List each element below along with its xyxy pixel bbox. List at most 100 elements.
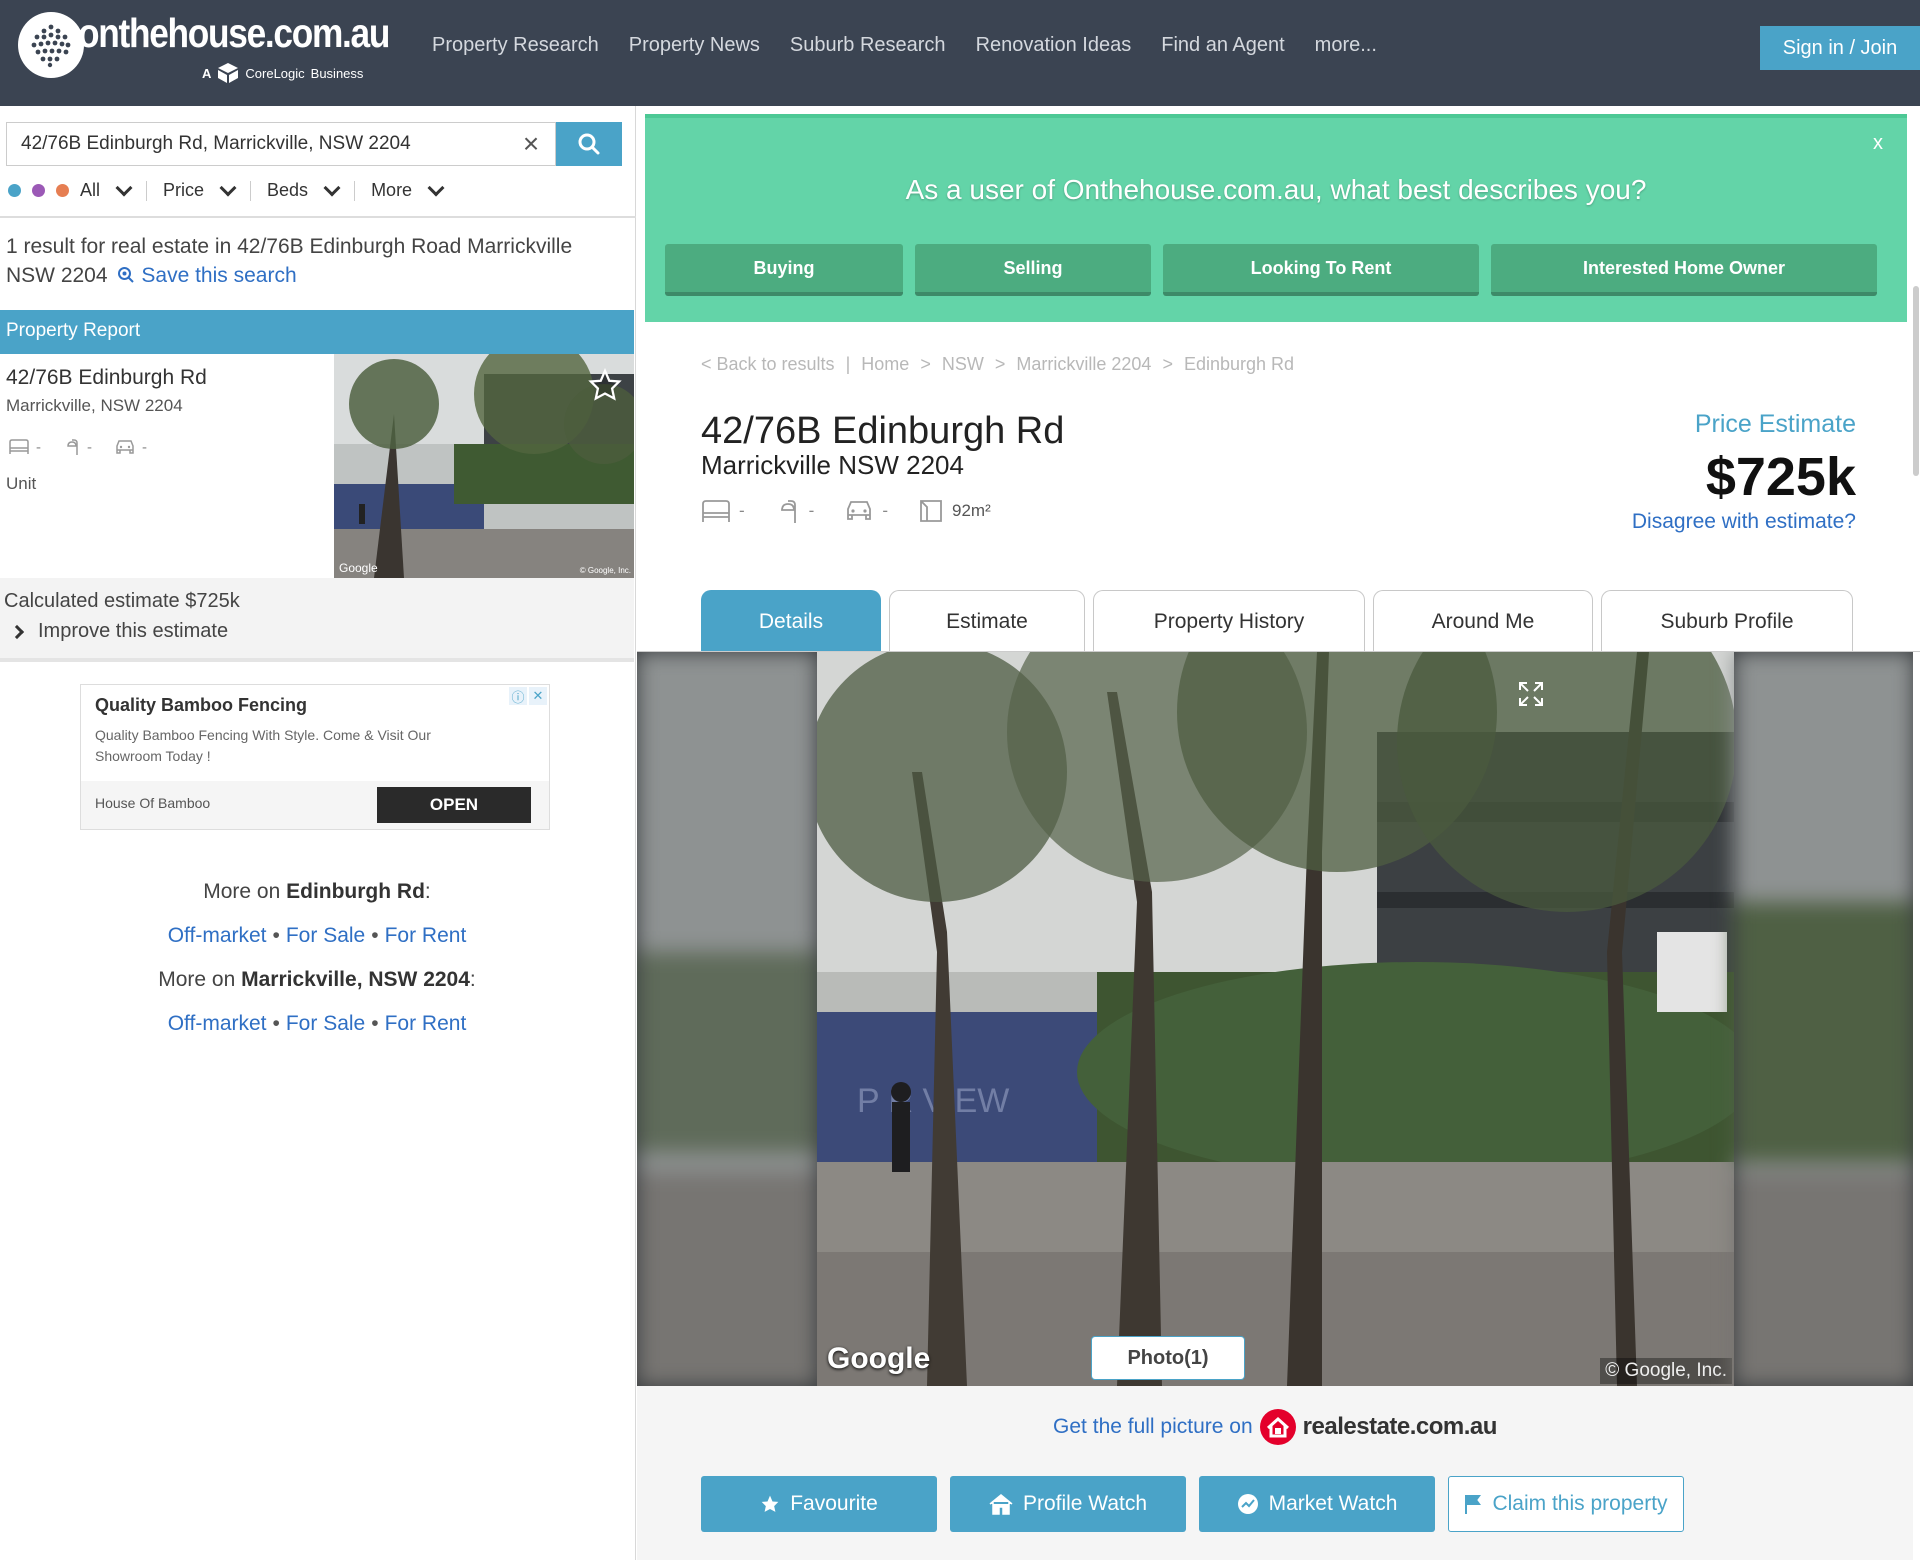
nav-more[interactable]: more... — [1315, 34, 1377, 57]
property-cars-value: - — [882, 501, 889, 520]
card-beds: - — [8, 438, 41, 456]
filter-all[interactable]: All — [80, 179, 133, 201]
car-icon — [116, 440, 134, 454]
chevron-down-icon — [323, 179, 341, 196]
card-cars-value: - — [142, 438, 147, 456]
user-survey-banner: x As a user of Onthehouse.com.au, what b… — [645, 114, 1907, 322]
suburb-off-market-link[interactable]: Off-market — [168, 1012, 267, 1035]
survey-home-owner-button[interactable]: Interested Home Owner — [1491, 244, 1877, 296]
filter-beds[interactable]: Beds — [267, 179, 341, 201]
survey-looking-to-rent-button[interactable]: Looking To Rent — [1163, 244, 1479, 296]
svg-text:P R VIEW: P R VIEW — [857, 1082, 1009, 1120]
filter-price[interactable]: Price — [163, 179, 237, 201]
ad-badges: ⓘ ✕ — [509, 687, 547, 705]
suburb-for-sale-link[interactable]: For Sale — [286, 1012, 365, 1035]
favourite-button[interactable]: Favourite — [701, 1476, 937, 1532]
survey-selling-button[interactable]: Selling — [915, 244, 1151, 296]
street-off-market-link[interactable]: Off-market — [168, 924, 267, 947]
nav-renovation-ideas[interactable]: Renovation Ideas — [976, 34, 1132, 57]
survey-question: As a user of Onthehouse.com.au, what bes… — [905, 174, 1647, 205]
car-icon — [847, 501, 872, 520]
market-watch-button[interactable]: Market Watch — [1199, 1476, 1435, 1532]
breadcrumb-state[interactable]: NSW — [942, 354, 984, 374]
tab-suburb-profile[interactable]: Suburb Profile — [1601, 590, 1853, 652]
more-on-street-name: Edinburgh Rd — [286, 880, 425, 903]
realestate-promo[interactable]: Get the full picture on realestate.com.a… — [637, 1408, 1913, 1446]
property-actions: Favourite Profile Watch Market Watch Cla… — [701, 1476, 1684, 1532]
logo-subtitle: A CoreLogic Business — [202, 62, 363, 84]
ad-title[interactable]: Quality Bamboo Fencing — [95, 695, 307, 716]
survey-close-button[interactable]: x — [1873, 132, 1883, 155]
property-cars: - — [844, 498, 888, 524]
property-tabs: Details Estimate Property History Around… — [701, 590, 1853, 666]
nav-find-an-agent[interactable]: Find an Agent — [1161, 34, 1284, 57]
ad-open-button[interactable]: OPEN — [377, 787, 531, 823]
realestate-logo-icon — [1259, 1409, 1296, 1445]
nav-property-research[interactable]: Property Research — [432, 34, 599, 57]
search-icon — [118, 267, 135, 283]
card-features: - - - — [8, 438, 147, 456]
back-to-results-link[interactable]: < Back to results — [701, 354, 835, 374]
ad-info-icon[interactable]: ⓘ — [509, 687, 527, 705]
tab-property-history[interactable]: Property History — [1093, 590, 1365, 652]
expand-icon[interactable] — [1517, 680, 1545, 713]
floor-area-icon — [920, 500, 942, 522]
search-button[interactable] — [556, 122, 622, 166]
card-address[interactable]: 42/76B Edinburgh Rd — [6, 366, 207, 390]
street-for-rent-link[interactable]: For Rent — [385, 924, 467, 947]
breadcrumb: < Back to results | Home > NSW > Marrick… — [701, 354, 1295, 374]
more-on-suburb: More on Marrickville, NSW 2204: — [158, 968, 476, 991]
estimate-section: Calculated estimate $725k Improve this e… — [0, 578, 634, 662]
nav-property-news[interactable]: Property News — [629, 34, 760, 57]
results-panel: × All Price Beds More 1 res — [0, 106, 636, 1560]
card-google-watermark: Google — [339, 561, 378, 575]
shower-icon — [780, 500, 796, 523]
more-on-street: More on Edinburgh Rd: — [203, 880, 431, 903]
signin-button[interactable]: Sign in / Join — [1760, 26, 1920, 70]
breadcrumb-home[interactable]: Home — [861, 354, 909, 374]
result-card[interactable]: 42/76B Edinburgh Rd Marrickville, NSW 22… — [0, 354, 634, 578]
search-input[interactable] — [21, 131, 501, 157]
tab-around-me[interactable]: Around Me — [1373, 590, 1593, 652]
filter-price-label: Price — [163, 180, 205, 200]
divider — [250, 180, 252, 201]
property-features: - - - 92m² — [701, 498, 991, 524]
calculated-estimate: Calculated estimate $725k — [4, 590, 240, 612]
scrollbar[interactable] — [1913, 286, 1919, 476]
survey-buying-button[interactable]: Buying — [665, 244, 903, 296]
ad-close-icon[interactable]: ✕ — [529, 687, 547, 705]
logo-sub-brand: CoreLogic — [245, 65, 305, 81]
property-suburb: Marrickville NSW 2204 — [701, 450, 964, 480]
nav-suburb-research[interactable]: Suburb Research — [790, 34, 946, 57]
photo-blur-right — [1734, 652, 1913, 1386]
save-search-link[interactable]: Save this search — [113, 264, 297, 287]
card-photo[interactable]: Google © Google, Inc. — [334, 354, 634, 578]
more-on-suburb-name: Marrickville, NSW 2204 — [241, 968, 470, 991]
bed-icon — [702, 500, 730, 522]
breadcrumb-suburb[interactable]: Marrickville 2204 — [1016, 354, 1151, 374]
profile-watch-button[interactable]: Profile Watch — [950, 1476, 1186, 1532]
improve-estimate-link[interactable]: Improve this estimate — [9, 620, 228, 643]
more-on-section: More on Edinburgh Rd: Off-market • For Sal… — [0, 870, 634, 1046]
filter-all-label: All — [80, 180, 101, 200]
breadcrumb-street[interactable]: Edinburgh Rd — [1184, 354, 1294, 374]
photo-count-button[interactable]: Photo(1) — [1091, 1336, 1245, 1380]
star-icon — [761, 1495, 779, 1512]
street-view-photo[interactable]: P R VIEW Google © Google, Inc. — [817, 652, 1734, 1386]
suburb-for-rent-link[interactable]: For Rent — [385, 1012, 467, 1035]
logo-text[interactable]: onthehouse.com.au — [78, 10, 390, 57]
favourite-star-icon[interactable] — [588, 367, 622, 407]
advertisement[interactable]: ⓘ ✕ Quality Bamboo Fencing Quality Bambo… — [80, 684, 550, 830]
disagree-estimate-link[interactable]: Disagree with estimate? — [1632, 510, 1856, 534]
card-baths: - — [63, 438, 92, 456]
tab-estimate[interactable]: Estimate — [889, 590, 1085, 652]
clear-icon[interactable]: × — [517, 130, 545, 159]
street-for-sale-link[interactable]: For Sale — [286, 924, 365, 947]
property-report-header: Property Report — [0, 310, 634, 354]
claim-property-label: Claim this property — [1492, 1492, 1668, 1515]
filter-more[interactable]: More — [371, 179, 445, 201]
filter-beds-label: Beds — [267, 180, 309, 200]
logo-icon[interactable] — [18, 12, 84, 78]
claim-property-button[interactable]: Claim this property — [1448, 1476, 1684, 1532]
tab-details[interactable]: Details — [701, 590, 881, 666]
